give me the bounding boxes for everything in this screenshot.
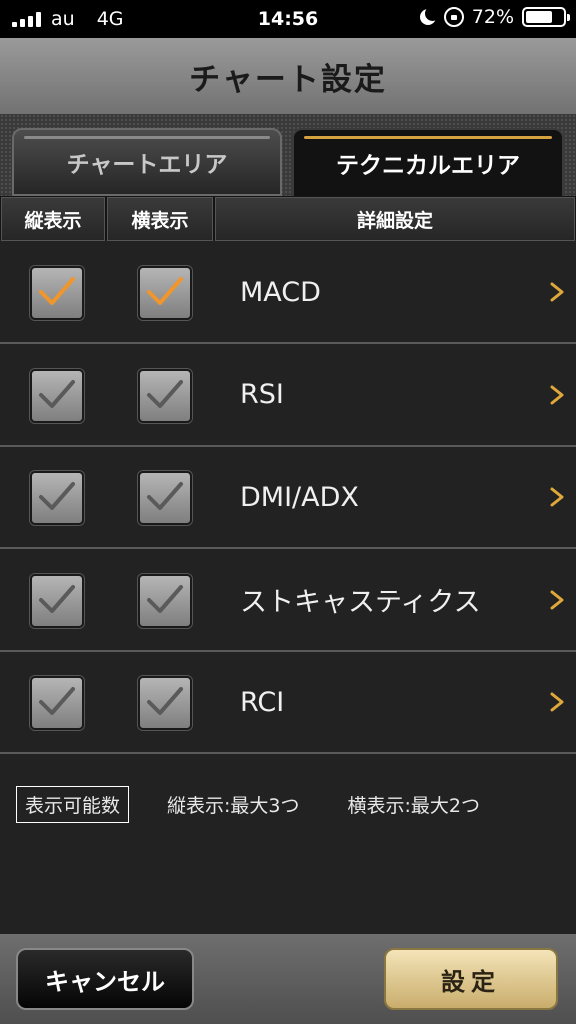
tab-bar: チャートエリア テクニカルエリア xyxy=(0,114,576,196)
vertical-checkbox[interactable] xyxy=(30,266,84,320)
indicator-row[interactable]: RCI xyxy=(0,652,576,754)
indicator-row[interactable]: RSI xyxy=(0,345,576,447)
checkmark-icon xyxy=(145,377,185,415)
column-horizontal: 横表示 xyxy=(107,197,213,241)
horizontal-max-text: 横表示:最大2つ xyxy=(347,794,481,817)
column-detail: 詳細設定 xyxy=(215,197,575,241)
chevron-right-icon[interactable] xyxy=(544,242,570,342)
checkmark-icon xyxy=(37,274,77,312)
tab-technical-area[interactable]: テクニカルエリア xyxy=(292,128,564,196)
status-bar: au 4G 14:56 72% xyxy=(0,0,576,38)
indicator-label: ストキャスティクス xyxy=(240,587,481,618)
cancel-button[interactable]: キャンセル xyxy=(16,948,194,1010)
indicator-row[interactable]: ストキャスティクス xyxy=(0,550,576,652)
indicator-row[interactable]: DMI/ADX xyxy=(0,447,576,549)
horizontal-checkbox[interactable] xyxy=(138,676,192,730)
vertical-checkbox[interactable] xyxy=(30,368,84,423)
checkmark-icon xyxy=(37,582,77,620)
checkmark-icon xyxy=(145,274,185,312)
column-vertical: 縦表示 xyxy=(1,197,105,241)
horizontal-checkbox[interactable] xyxy=(138,266,192,320)
display-limit-info: 表示可能数 縦表示:最大3つ 横表示:最大2つ xyxy=(16,785,566,823)
checkmark-icon xyxy=(145,479,185,517)
checkmark-icon xyxy=(37,479,77,517)
checkmark-icon xyxy=(37,684,77,722)
indicator-row[interactable]: MACD xyxy=(0,242,576,344)
set-button[interactable]: 設定 xyxy=(384,948,558,1010)
horizontal-checkbox[interactable] xyxy=(138,368,192,423)
battery-icon xyxy=(522,7,570,27)
battery-percent: 72% xyxy=(471,6,514,28)
checkmark-icon xyxy=(37,377,77,415)
title-bar: チャート設定 xyxy=(0,38,576,114)
network-type: 4G xyxy=(96,8,124,30)
vertical-max-text: 縦表示:最大3つ xyxy=(167,794,300,817)
horizontal-checkbox[interactable] xyxy=(138,573,192,628)
vertical-checkbox[interactable] xyxy=(30,676,84,730)
vertical-checkbox[interactable] xyxy=(30,573,84,628)
horizontal-checkbox[interactable] xyxy=(138,471,192,525)
rotation-lock-icon xyxy=(443,7,464,27)
tab-chart-area[interactable]: チャートエリア xyxy=(12,128,282,196)
checkmark-icon xyxy=(145,582,185,620)
footer-toolbar: キャンセル 設定 xyxy=(0,934,576,1024)
do-not-disturb-icon xyxy=(419,6,440,25)
chevron-right-icon[interactable] xyxy=(544,447,570,547)
indicator-label: MACD xyxy=(240,276,321,308)
indicator-label: RCI xyxy=(240,686,285,718)
chevron-right-icon[interactable] xyxy=(544,550,570,650)
display-limit-label: 表示可能数 xyxy=(16,785,130,823)
vertical-checkbox[interactable] xyxy=(30,471,84,525)
carrier-name: au xyxy=(51,8,75,30)
checkmark-icon xyxy=(145,684,185,722)
column-header: 縦表示 横表示 詳細設定 xyxy=(0,196,576,241)
indicator-label: RSI xyxy=(240,379,284,410)
signal-strength-icon xyxy=(12,11,41,27)
chevron-right-icon[interactable] xyxy=(544,345,570,445)
indicator-label: DMI/ADX xyxy=(240,481,359,513)
page-title: チャート設定 xyxy=(189,61,387,98)
chevron-right-icon[interactable] xyxy=(544,652,570,752)
